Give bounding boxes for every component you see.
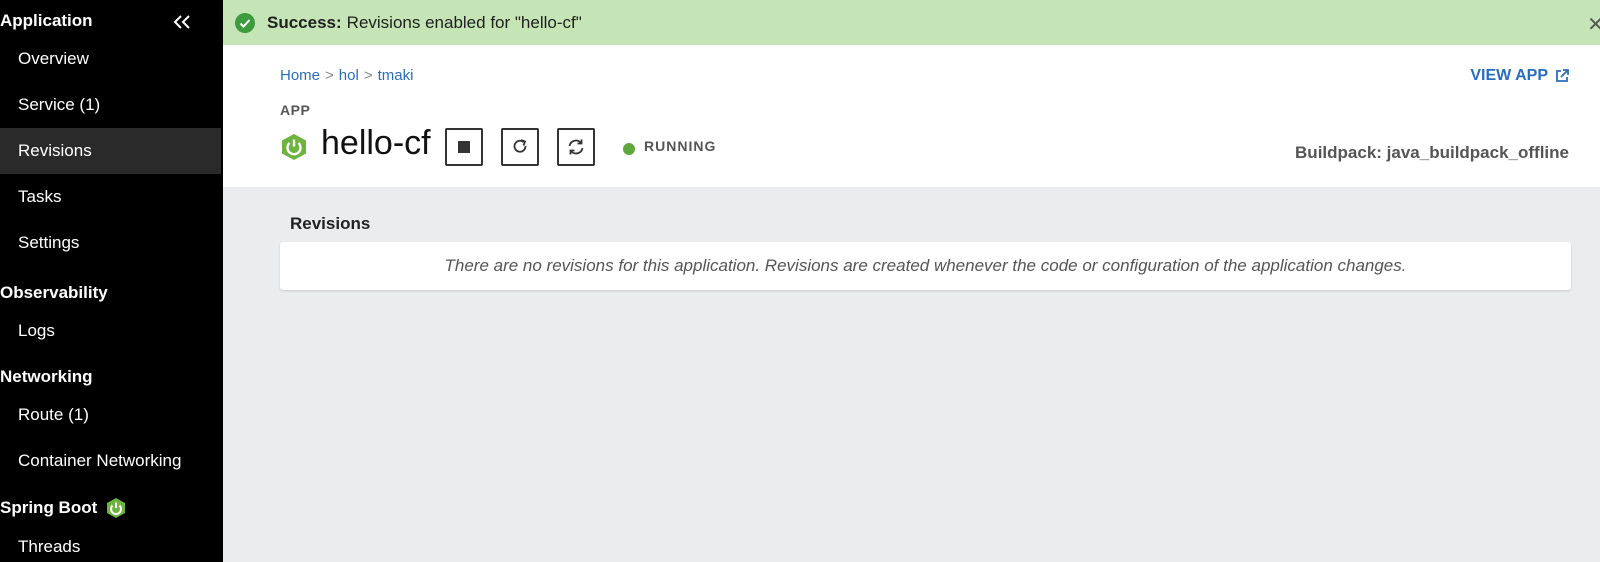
revisions-empty-state: There are no revisions for this applicat… [280,242,1571,290]
sidebar-item-container-networking[interactable]: Container Networking [0,438,221,484]
sidebar-item-logs[interactable]: Logs [0,308,221,354]
sidebar-section-application: Application [0,11,93,30]
sidebar-item-threads[interactable]: Threads [0,524,221,562]
breadcrumb-home[interactable]: Home [280,67,320,84]
empty-message: There are no revisions for this applicat… [444,256,1407,275]
sidebar-item-overview[interactable]: Overview [0,36,221,82]
sync-icon [568,139,584,155]
refresh-icon [513,139,527,153]
stop-icon [458,141,470,153]
power-icon [282,134,306,160]
stop-button[interactable] [445,128,483,166]
sidebar-section-observability: Observability [0,283,108,302]
double-chevron-left-icon[interactable] [170,10,194,34]
restage-button[interactable] [557,128,595,166]
breadcrumb: Home > hol > tmaki [280,67,414,84]
success-banner: Success: Revisions enabled for "hello-cf… [223,0,1600,45]
breadcrumb-org[interactable]: hol [339,67,359,84]
status-indicator [623,143,635,155]
restart-button[interactable] [501,128,539,166]
sidebar-item-tasks[interactable]: Tasks [0,174,221,220]
breadcrumb-space[interactable]: tmaki [378,67,414,84]
check-circle-icon [235,12,255,33]
app-name: hello-cf [321,124,431,162]
sidebar-item-service[interactable]: Service (1) [0,82,221,128]
sidebar-item-settings[interactable]: Settings [0,220,221,266]
app-header: Home > hol > tmaki VIEW APP APP hello-cf RUN… [223,45,1600,187]
status-badge: RUNNING [644,138,717,154]
sidebar-section-networking: Networking [0,367,93,386]
view-app-link[interactable]: VIEW APP [1470,67,1570,85]
banner-status: Success: [267,12,342,32]
app-type-label: APP [280,102,311,118]
external-link-icon [1556,69,1569,82]
buildpack-info: Buildpack: java_buildpack_offline [1295,143,1569,162]
sidebar-section-spring-boot: Spring Boot [0,497,127,519]
revisions-heading: Revisions [290,214,371,233]
spring-boot-icon [107,498,126,518]
banner-message: Revisions enabled for "hello-cf" [346,12,582,32]
sidebar: Application Overview Service (1) Revisio… [0,0,223,562]
sidebar-item-route[interactable]: Route (1) [0,392,221,438]
close-icon[interactable]: ✕ [1587,12,1600,37]
sidebar-item-revisions[interactable]: Revisions [0,128,221,174]
